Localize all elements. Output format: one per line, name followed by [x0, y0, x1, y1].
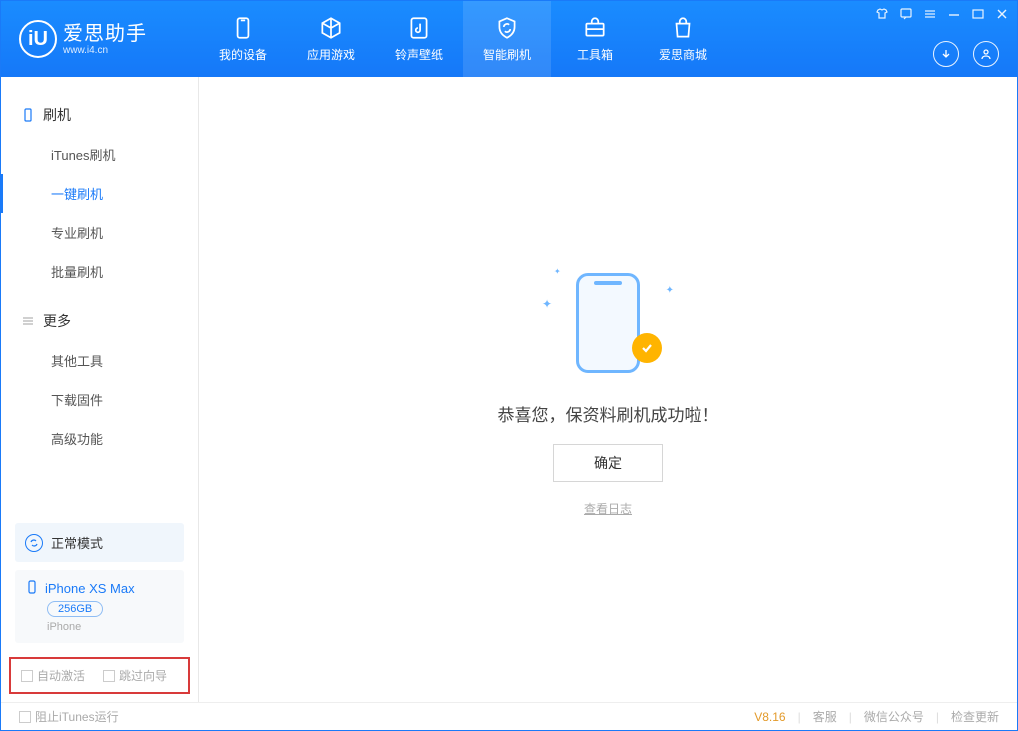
shirt-icon[interactable]: [875, 7, 889, 21]
nav-store[interactable]: 爱思商城: [639, 1, 727, 77]
brand-site: www.i4.cn: [63, 45, 147, 56]
header-actions: [933, 41, 999, 67]
check-update-link[interactable]: 检查更新: [951, 708, 999, 725]
phone-illustration-icon: [576, 273, 640, 373]
download-button[interactable]: [933, 41, 959, 67]
music-file-icon: [406, 15, 432, 41]
flash-options-highlighted: 自动激活 跳过向导: [9, 657, 190, 694]
shield-refresh-icon: [494, 15, 520, 41]
sidebar-section-flash: 刷机: [1, 95, 198, 135]
phone-outline-icon: [21, 108, 35, 122]
checkbox-block-itunes[interactable]: 阻止iTunes运行: [19, 708, 119, 725]
brand-logo: iU 爱思助手 www.i4.cn: [19, 20, 199, 58]
success-message: 恭喜您，保资料刷机成功啦！: [498, 401, 719, 426]
checkbox-auto-activate[interactable]: 自动激活: [21, 667, 85, 684]
sidebar-section-more: 更多: [1, 301, 198, 341]
status-bar: 阻止iTunes运行 V8.16 | 客服 | 微信公众号 | 检查更新: [1, 702, 1017, 730]
nav-my-device[interactable]: 我的设备: [199, 1, 287, 77]
main-panel: ✦ ✦ ✦ 恭喜您，保资料刷机成功啦！ 确定 查看日志: [199, 77, 1017, 702]
nav-flash[interactable]: 智能刷机: [463, 1, 551, 77]
toolbox-icon: [582, 15, 608, 41]
mode-label: 正常模式: [51, 533, 103, 552]
app-header: iU 爱思助手 www.i4.cn 我的设备 应用游戏 铃声壁纸 智能刷机 工具…: [1, 1, 1017, 77]
phone-icon: [230, 15, 256, 41]
sidebar-item-advanced[interactable]: 高级功能: [1, 419, 198, 458]
nav-apps[interactable]: 应用游戏: [287, 1, 375, 77]
success-illustration: ✦ ✦ ✦: [548, 263, 668, 383]
sidebar: 刷机 iTunes刷机 一键刷机 专业刷机 批量刷机 更多 其他工具 下载固件 …: [1, 77, 199, 702]
sidebar-item-oneclick-flash[interactable]: 一键刷机: [1, 174, 198, 213]
sidebar-item-other-tools[interactable]: 其他工具: [1, 341, 198, 380]
sparkle-icon: ✦: [666, 285, 674, 296]
sparkle-icon: ✦: [542, 297, 552, 311]
nav-ringtones[interactable]: 铃声壁纸: [375, 1, 463, 77]
nav-toolbox[interactable]: 工具箱: [551, 1, 639, 77]
version-label: V8.16: [754, 710, 785, 724]
device-name: iPhone XS Max: [45, 581, 135, 596]
bag-icon: [670, 15, 696, 41]
menu-lines-icon: [21, 314, 35, 328]
nav-label: 我的设备: [219, 46, 267, 63]
device-storage: 256GB: [47, 601, 103, 617]
nav-label: 爱思商城: [659, 46, 707, 63]
close-icon[interactable]: [995, 7, 1009, 21]
menu-icon[interactable]: [923, 7, 937, 21]
body: 刷机 iTunes刷机 一键刷机 专业刷机 批量刷机 更多 其他工具 下载固件 …: [1, 77, 1017, 702]
sparkle-icon: ✦: [554, 267, 561, 276]
cube-icon: [318, 15, 344, 41]
minimize-icon[interactable]: [947, 7, 961, 21]
feedback-icon[interactable]: [899, 7, 913, 21]
main-nav: 我的设备 应用游戏 铃声壁纸 智能刷机 工具箱 爱思商城: [199, 1, 727, 77]
view-log-link[interactable]: 查看日志: [584, 500, 632, 517]
sidebar-item-itunes-flash[interactable]: iTunes刷机: [1, 135, 198, 174]
sidebar-item-download-firmware[interactable]: 下载固件: [1, 380, 198, 419]
checkbox-skip-wizard[interactable]: 跳过向导: [103, 667, 167, 684]
sidebar-item-pro-flash[interactable]: 专业刷机: [1, 213, 198, 252]
nav-label: 智能刷机: [483, 46, 531, 63]
device-icon: [25, 580, 39, 597]
sidebar-item-batch-flash[interactable]: 批量刷机: [1, 252, 198, 291]
user-button[interactable]: [973, 41, 999, 67]
ok-button[interactable]: 确定: [553, 444, 663, 482]
nav-label: 应用游戏: [307, 46, 355, 63]
device-card[interactable]: iPhone XS Max 256GB iPhone: [15, 570, 184, 643]
nav-label: 工具箱: [577, 46, 613, 63]
maximize-icon[interactable]: [971, 7, 985, 21]
window-controls: [875, 7, 1009, 21]
wechat-link[interactable]: 微信公众号: [864, 708, 924, 725]
sync-icon: [25, 534, 43, 552]
checkmark-badge-icon: [632, 333, 662, 363]
nav-label: 铃声壁纸: [395, 46, 443, 63]
device-type: iPhone: [47, 621, 174, 633]
mode-card[interactable]: 正常模式: [15, 523, 184, 562]
support-link[interactable]: 客服: [813, 708, 837, 725]
brand-name: 爱思助手: [63, 23, 147, 45]
logo-icon: iU: [19, 20, 57, 58]
